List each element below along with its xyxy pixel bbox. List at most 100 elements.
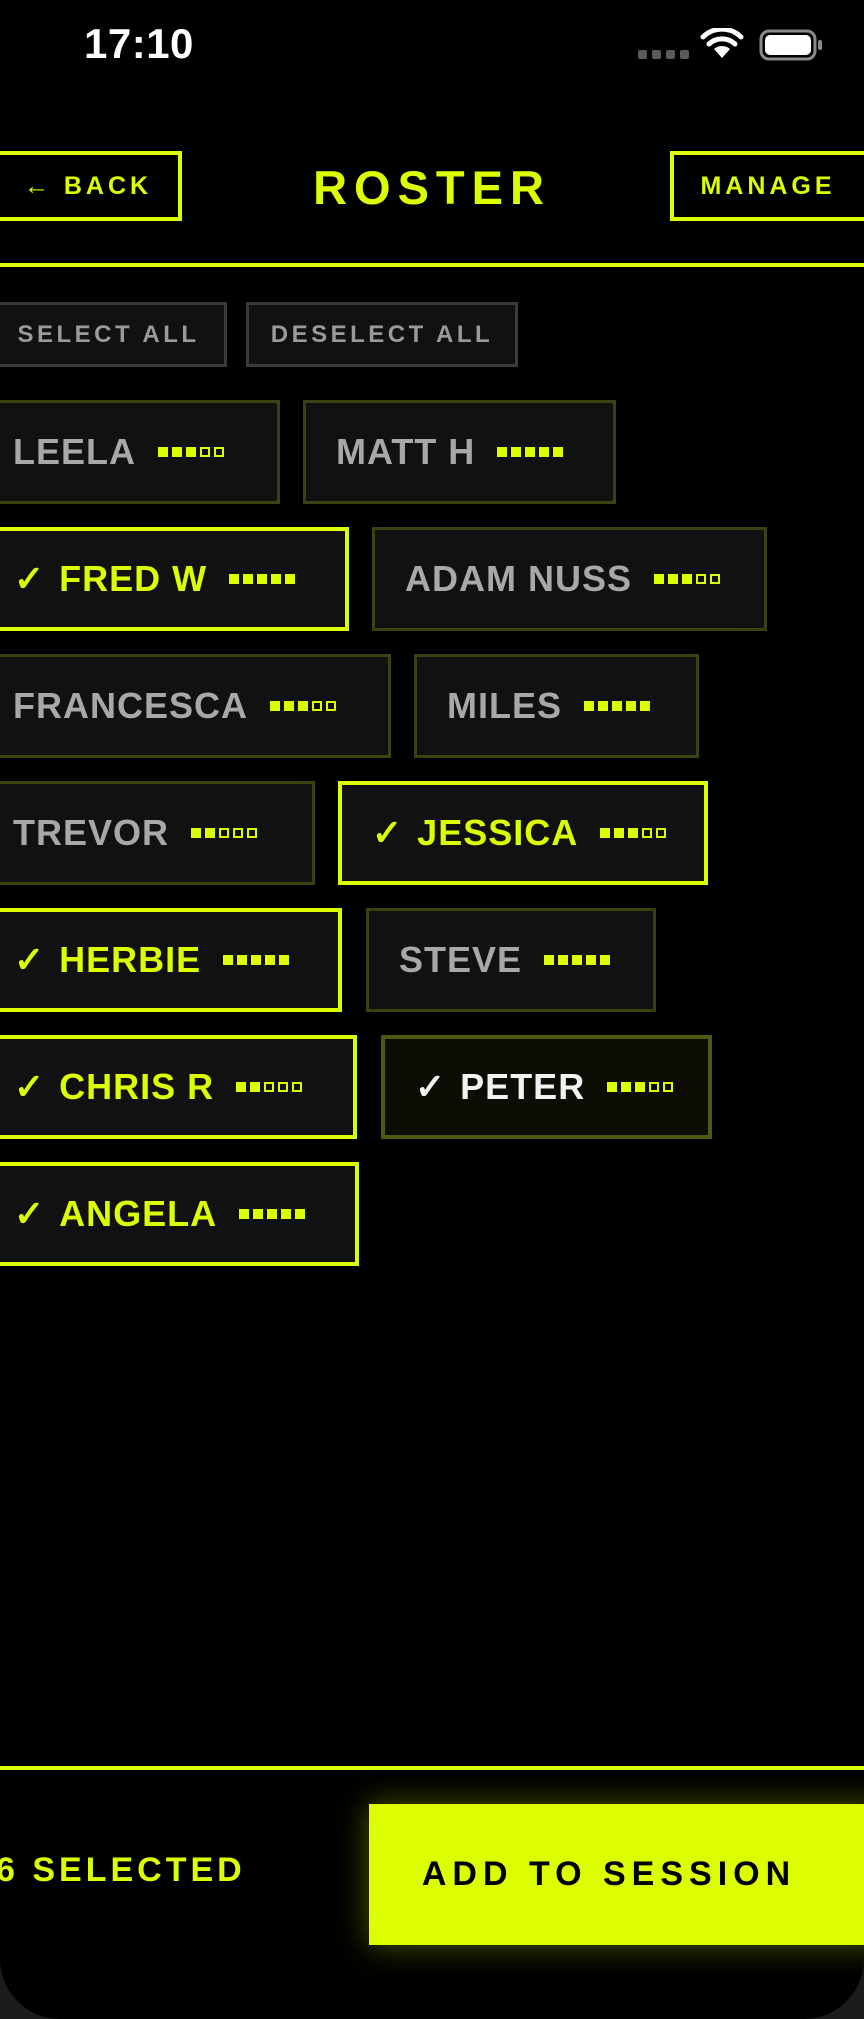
rating-pip-empty [326,701,337,711]
player-chip[interactable]: ✓ PETER [381,1035,712,1139]
skill-rating [497,447,564,457]
rating-pip-filled [626,701,637,711]
rating-pip-filled [525,447,536,457]
rating-pip-filled [265,955,276,965]
rating-pip-empty [649,1082,660,1092]
rating-pip-empty [292,1082,303,1092]
add-to-session-button[interactable]: ADD TO SESSION [369,1804,864,1945]
player-chip[interactable]: LEELA [0,400,280,504]
rating-pip-filled [158,447,169,457]
player-name: TREVOR [13,812,170,853]
rating-pip-filled [614,828,625,838]
player-chip[interactable]: STEVE [366,908,656,1012]
rating-pip-empty [696,574,707,584]
rating-pip-filled [191,828,202,838]
rating-pip-filled [572,955,583,965]
checkmark-icon: ✓ [14,939,46,980]
rating-pip-filled [635,1082,646,1092]
manage-button[interactable]: MANAGE [670,151,864,221]
player-chip[interactable]: ✓ FRED W [0,527,349,631]
wifi-icon [700,28,744,58]
rating-pip-filled [237,955,248,965]
player-name: JESSICA [417,812,579,853]
skill-rating [584,701,651,711]
rating-pip-filled [640,701,651,711]
player-chip[interactable]: ✓ CHRIS R [0,1035,357,1139]
rating-pip-filled [497,447,508,457]
select-all-button[interactable]: SELECT ALL [0,302,227,367]
player-chip[interactable]: TREVOR [0,781,315,885]
header-divider [0,263,864,267]
skill-rating [223,955,290,965]
selected-count: 6 SELECTED [0,1851,246,1889]
rating-pip-filled [253,1209,264,1219]
rating-pip-filled [539,447,550,457]
rating-pip-empty [656,828,667,838]
skill-rating [270,701,337,711]
rating-pip-empty [200,447,211,457]
player-name: ADAM NUSS [405,558,633,599]
skill-rating [654,574,721,584]
skill-rating [607,1082,674,1092]
rating-pip-filled [298,701,309,711]
rating-pip-filled [267,1209,278,1219]
skill-rating [544,955,611,965]
skill-rating [600,828,667,838]
checkmark-icon: ✓ [415,1066,447,1107]
rating-pip-empty [312,701,323,711]
rating-pip-filled [628,828,639,838]
player-chip[interactable]: ✓ ANGELA [0,1162,359,1266]
player-name: LEELA [13,431,137,472]
rating-pip-filled [229,574,240,584]
player-name: MILES [447,685,563,726]
player-chip[interactable]: FRANCESCA [0,654,391,758]
player-name: CHRIS R [59,1066,215,1107]
rating-pip-empty [642,828,653,838]
status-time: 17:10 [84,20,194,67]
player-name: FRANCESCA [13,685,249,726]
skill-rating [229,574,296,584]
skill-rating [236,1082,303,1092]
rating-pip-empty [219,828,230,838]
rating-pip-filled [270,701,281,711]
rating-pip-filled [223,955,234,965]
battery-icon [759,29,822,61]
player-chip[interactable]: MILES [414,654,699,758]
skill-rating [158,447,225,457]
player-chip[interactable]: MATT H [303,400,616,504]
rating-pip-filled [558,955,569,965]
checkmark-icon: ✓ [14,558,46,599]
rating-pip-filled [172,447,183,457]
rating-pip-filled [600,828,611,838]
rating-pip-filled [271,574,282,584]
rating-pip-filled [600,955,611,965]
rating-pip-filled [586,955,597,965]
checkmark-icon: ✓ [14,1193,46,1234]
player-chip[interactable]: ✓ JESSICA [338,781,708,885]
rating-pip-filled [236,1082,247,1092]
player-chip[interactable]: ADAM NUSS [372,527,767,631]
skill-rating [239,1209,306,1219]
rating-pip-filled [612,701,623,711]
rating-pip-empty [214,447,225,457]
player-name: PETER [460,1066,586,1107]
rating-pip-filled [654,574,665,584]
rating-pip-filled [621,1082,632,1092]
rating-pip-filled [186,447,197,457]
player-name: FRED W [59,558,208,599]
skill-rating [191,828,258,838]
player-chip[interactable]: ✓ HERBIE [0,908,342,1012]
checkmark-icon: ✓ [372,812,404,853]
rating-pip-filled [598,701,609,711]
rating-pip-filled [281,1209,292,1219]
rating-pip-filled [511,447,522,457]
rating-pip-empty [278,1082,289,1092]
rating-pip-filled [607,1082,618,1092]
rating-pip-empty [233,828,244,838]
deselect-all-button[interactable]: DESELECT ALL [246,302,518,367]
rating-pip-filled [279,955,290,965]
rating-pip-filled [553,447,564,457]
checkmark-icon: ✓ [14,1066,46,1107]
rating-pip-filled [285,574,296,584]
rating-pip-filled [284,701,295,711]
